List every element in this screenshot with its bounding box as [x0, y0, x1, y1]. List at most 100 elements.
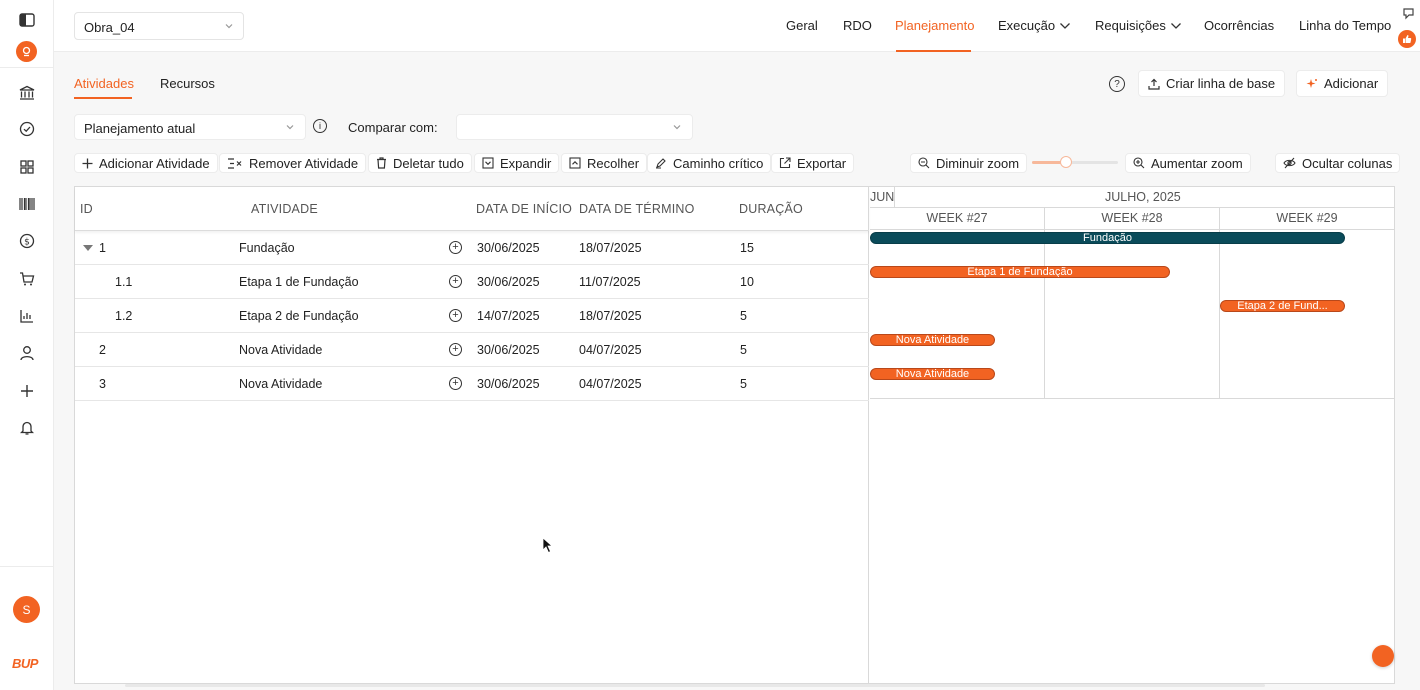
nav-label: Planejamento [895, 18, 975, 33]
add-subtask-icon[interactable]: + [449, 275, 462, 288]
gantt-bar[interactable]: Nova Atividade [870, 368, 995, 380]
delete-all-button[interactable]: Deletar tudo [368, 153, 472, 173]
nav-label: Requisições [1095, 18, 1166, 33]
chart-icon[interactable] [17, 306, 37, 326]
gantt-month-header: JUN JULHO, 2025 [870, 187, 1394, 208]
remove-activity-button[interactable]: Remover Atividade [219, 153, 367, 173]
gantt-bar[interactable]: Nova Atividade [870, 334, 995, 346]
expand-button[interactable]: Expandir [474, 153, 560, 173]
tab-atividades[interactable]: Atividades [74, 76, 134, 91]
cell-activity: Etapa 2 de Fundação [239, 309, 359, 323]
col-header-end[interactable]: DATA DE TÉRMINO [579, 202, 695, 216]
col-header-activity[interactable]: ATIVIDADE [251, 202, 318, 216]
plan-select-value: Planejamento atual [84, 121, 196, 136]
cell-start: 30/06/2025 [477, 343, 540, 357]
chat-float-button[interactable] [1372, 645, 1394, 667]
gantt-grid: ID ATIVIDADE DATA DE INÍCIO DATA DE TÉRM… [74, 186, 1395, 684]
project-select-value: Obra_04 [84, 20, 135, 35]
nav-execucao[interactable]: Execução [998, 18, 1071, 33]
remove-activity-label: Remover Atividade [249, 155, 359, 171]
zoom-out-label: Diminuir zoom [936, 155, 1020, 171]
cell-id: 2 [99, 343, 106, 357]
sidebar-divider [0, 67, 54, 68]
info-icon[interactable]: i [313, 119, 327, 133]
table-row[interactable]: 1.1 Etapa 1 de Fundação + 30/06/2025 11/… [75, 265, 869, 299]
check-circle-icon[interactable] [17, 119, 37, 139]
app-logo-icon[interactable] [16, 41, 37, 62]
export-button[interactable]: Exportar [771, 153, 855, 173]
horizontal-scrollbar[interactable] [125, 684, 1265, 687]
cell-activity: Etapa 1 de Fundação [239, 275, 359, 289]
col-header-duration[interactable]: DURAÇÃO [739, 202, 803, 216]
nav-linha-do-tempo[interactable]: Linha do Tempo [1299, 18, 1391, 33]
bank-icon[interactable] [17, 83, 37, 103]
project-select[interactable]: Obra_04 [74, 12, 244, 40]
add-button[interactable]: Adicionar [1296, 70, 1389, 97]
collapse-button[interactable]: Recolher [561, 153, 648, 173]
nav-requisicoes[interactable]: Requisições [1095, 18, 1182, 33]
plus-icon[interactable] [17, 381, 37, 401]
zoom-out-button[interactable]: Diminuir zoom [910, 153, 1028, 173]
collapse-toggle-icon[interactable] [83, 245, 93, 251]
svg-text:$: $ [24, 238, 30, 248]
nav-label: Ocorrências [1204, 18, 1275, 33]
indent-remove-icon [228, 157, 242, 169]
add-subtask-icon[interactable]: + [449, 343, 462, 356]
critical-path-label: Caminho crítico [673, 155, 764, 171]
zoom-slider[interactable] [1032, 156, 1118, 168]
add-subtask-icon[interactable]: + [449, 309, 462, 322]
nav-planejamento[interactable]: Planejamento [895, 18, 975, 33]
sidebar-toggle-icon[interactable] [17, 10, 37, 30]
like-icon[interactable] [1398, 30, 1416, 48]
nav-rdo[interactable]: RDO [843, 18, 872, 33]
user-icon[interactable] [17, 343, 37, 363]
zoom-in-button[interactable]: Aumentar zoom [1125, 153, 1251, 173]
export-icon [779, 157, 791, 169]
cell-start: 30/06/2025 [477, 377, 540, 391]
chevron-down-icon [1060, 22, 1071, 29]
help-icon[interactable]: ? [1109, 76, 1125, 92]
cell-duration: 5 [740, 343, 747, 357]
cell-activity: Fundação [239, 241, 295, 255]
gantt-bar[interactable]: Etapa 2 de Fund... [1220, 300, 1345, 312]
zoom-out-icon [918, 157, 930, 169]
feedback-icon[interactable] [1403, 8, 1414, 23]
month-label: JULHO, 2025 [1105, 190, 1181, 204]
table-row[interactable]: 2 Nova Atividade + 30/06/2025 04/07/2025… [75, 333, 869, 367]
nav-geral[interactable]: Geral [786, 18, 818, 33]
week-label: WEEK #29 [1276, 211, 1338, 225]
bell-icon[interactable] [17, 418, 37, 438]
expand-label: Expandir [500, 155, 552, 171]
zoom-slider-thumb[interactable] [1060, 156, 1072, 168]
barcode-icon[interactable] [17, 194, 37, 214]
hide-columns-button[interactable]: Ocultar colunas [1275, 153, 1401, 173]
col-header-id[interactable]: ID [80, 202, 93, 216]
add-subtask-icon[interactable]: + [449, 241, 462, 254]
avatar[interactable]: S [13, 596, 40, 623]
pen-icon [656, 158, 666, 169]
sidebar-divider [0, 566, 54, 567]
gantt-bar[interactable]: Fundação [870, 232, 1345, 244]
plan-select[interactable]: Planejamento atual [74, 114, 306, 140]
table-header: ID ATIVIDADE DATA DE INÍCIO DATA DE TÉRM… [75, 187, 869, 231]
cell-start: 30/06/2025 [477, 241, 540, 255]
create-baseline-button[interactable]: Criar linha de base [1138, 70, 1286, 97]
table-row[interactable]: 1 Fundação + 30/06/2025 18/07/2025 15 [75, 231, 869, 265]
chevron-down-icon [285, 120, 295, 135]
critical-path-button[interactable]: Caminho crítico [647, 153, 772, 173]
nav-ocorrencias[interactable]: Ocorrências [1204, 18, 1274, 33]
cell-id: 1.2 [115, 309, 133, 323]
tab-recursos[interactable]: Recursos [160, 76, 215, 91]
cart-icon[interactable] [17, 269, 37, 289]
gantt-chart: JUN JULHO, 2025 WEEK #27 WEEK #28 WEEK #… [870, 187, 1394, 683]
gantt-bar[interactable]: Etapa 1 de Fundação [870, 266, 1170, 278]
dollar-icon[interactable]: $ [17, 231, 37, 251]
grid-icon[interactable] [17, 157, 37, 177]
table-row[interactable]: 1.2 Etapa 2 de Fundação + 14/07/2025 18/… [75, 299, 869, 333]
compare-select[interactable] [456, 114, 693, 140]
table-row[interactable]: 3 Nova Atividade + 30/06/2025 04/07/2025… [75, 367, 869, 401]
col-header-start[interactable]: DATA DE INÍCIO [476, 202, 572, 216]
add-subtask-icon[interactable]: + [449, 377, 462, 390]
cell-id: 1.1 [115, 275, 133, 289]
add-activity-button[interactable]: Adicionar Atividade [74, 153, 218, 173]
